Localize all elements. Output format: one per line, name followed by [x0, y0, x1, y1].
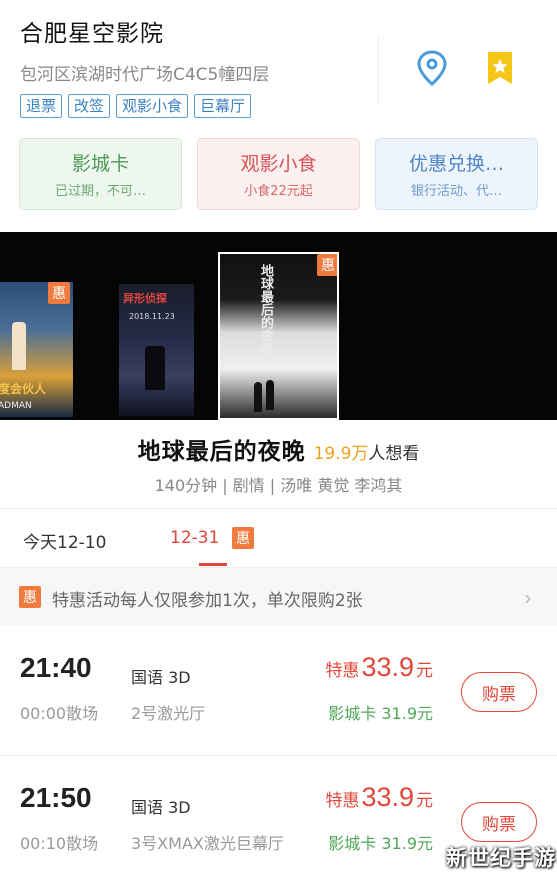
poster-figure	[145, 346, 165, 390]
price-row: 特惠 33.9 元	[325, 652, 433, 683]
movie-title-row: 地球最后的夜晚 19.9万人想看	[0, 432, 557, 466]
promo-notice[interactable]: 惠 特惠活动每人仅限参加1次，单次限购2张 ›	[0, 568, 557, 626]
hall-name: 2号激光厅	[131, 704, 206, 723]
showtime-row[interactable]: 21:40 00:00散场 国语 3D 2号激光厅 特惠 33.9 元 影城卡 …	[0, 640, 557, 756]
end-time: 00:00散场	[20, 704, 99, 723]
movie-info: 地球最后的夜晚 19.9万人想看 140分钟 | 剧情 | 汤唯 黄觉 李鸿其	[0, 420, 557, 508]
showtime-divider	[0, 756, 557, 770]
language-format: 国语 3D	[131, 668, 191, 687]
discount-badge: 惠	[317, 254, 337, 276]
price-unit: 元	[416, 661, 433, 681]
discount-badge: 惠	[232, 527, 254, 549]
favorite-button[interactable]	[482, 48, 518, 88]
poster-left-caption-sub: ADMAN	[0, 401, 32, 411]
notice-text: 特惠活动每人仅限参加1次，单次限购2张	[52, 591, 363, 611]
poster-left[interactable]: 度会伙人 ADMAN 惠	[0, 282, 73, 417]
tag-imax-hall: 巨幕厅	[194, 94, 252, 118]
header-divider	[378, 36, 379, 106]
coupon-redeem-card[interactable]: 优惠兑换… 银行活动、代…	[375, 138, 538, 210]
poster-main-title: 地球最后的夜晚	[258, 264, 273, 355]
poster-figure	[12, 322, 26, 370]
price-label: 特惠	[325, 791, 360, 811]
tab-today[interactable]: 今天12-10	[23, 528, 106, 553]
poster-mid-title: 异形侦探	[123, 292, 167, 305]
start-time: 21:40	[20, 652, 92, 683]
tag-reschedule: 改签	[68, 94, 111, 118]
card-title: 观影小食	[240, 153, 317, 175]
member-price: 影城卡 31.9元	[328, 834, 433, 853]
discount-badge: 惠	[19, 586, 41, 608]
card-title: 优惠兑换…	[408, 153, 504, 175]
watermark: 新世纪手游	[446, 846, 556, 870]
chevron-right-icon: ›	[524, 586, 532, 610]
card-title: 影城卡	[71, 153, 129, 175]
cinema-address[interactable]: 包河区滨湖时代广场C4C5幢四层	[20, 60, 269, 85]
poster-figure	[266, 380, 274, 410]
poster-middle[interactable]: 异形侦探 2018.11.23	[119, 284, 194, 416]
poster-left-caption: 度会伙人	[0, 382, 47, 396]
price-value: 33.9	[361, 652, 414, 682]
card-subtitle: 银行活动、代…	[410, 184, 502, 199]
tab-active-indicator	[199, 563, 227, 566]
want-to-see: 19.9万人想看	[314, 439, 420, 464]
cinema-service-tags: 退票 改签 观影小食 巨幕厅	[20, 94, 252, 118]
poster-selected[interactable]: 地球最后的夜晚 惠	[218, 252, 339, 420]
service-cards: 影城卡 已过期，不可… 观影小食 小食22元起 优惠兑换… 银行活动、代…	[19, 138, 538, 210]
tab-date-selected[interactable]: 12-31	[170, 528, 219, 548]
discount-badge: 惠	[48, 282, 70, 304]
card-subtitle: 小食22元起	[244, 184, 313, 199]
cinema-name: 合肥星空影院	[20, 21, 164, 47]
snacks-card[interactable]: 观影小食 小食22元起	[197, 138, 360, 210]
poster-mid-date: 2018.11.23	[129, 312, 175, 321]
buy-ticket-button[interactable]: 购票	[461, 672, 537, 712]
price-label: 特惠	[325, 661, 360, 681]
location-pin-icon	[417, 50, 447, 86]
card-subtitle: 已过期，不可…	[54, 184, 146, 199]
want-suffix: 人想看	[368, 444, 420, 464]
price-value: 33.9	[361, 782, 414, 812]
movie-title[interactable]: 地球最后的夜晚	[138, 432, 306, 466]
buy-ticket-button[interactable]: 购票	[461, 802, 537, 842]
movie-meta: 140分钟 | 剧情 | 汤唯 黄觉 李鸿其	[154, 476, 403, 495]
language-format: 国语 3D	[131, 798, 191, 817]
location-button[interactable]	[412, 48, 452, 88]
bookmark-star-icon	[488, 52, 512, 84]
cinema-card-card[interactable]: 影城卡 已过期，不可…	[19, 138, 182, 210]
end-time: 00:10散场	[20, 834, 99, 853]
want-count: 19.9万	[313, 444, 369, 464]
member-price: 影城卡 31.9元	[328, 704, 433, 723]
poster-figure	[254, 382, 262, 412]
price-row: 特惠 33.9 元	[325, 782, 433, 813]
tag-snacks: 观影小食	[116, 94, 189, 118]
price-unit: 元	[416, 791, 433, 811]
tag-refund: 退票	[20, 94, 63, 118]
hall-name: 3号XMAX激光巨幕厅	[131, 834, 284, 853]
start-time: 21:50	[20, 782, 92, 813]
movie-poster-carousel[interactable]: 度会伙人 ADMAN 惠 异形侦探 2018.11.23 地球最后的夜晚 惠	[0, 232, 557, 420]
date-tabs: 今天12-10 12-31 惠	[0, 508, 557, 568]
cinema-header: 合肥星空影院 包河区滨湖时代广场C4C5幢四层 退票 改签 观影小食 巨幕厅 影…	[0, 0, 557, 232]
